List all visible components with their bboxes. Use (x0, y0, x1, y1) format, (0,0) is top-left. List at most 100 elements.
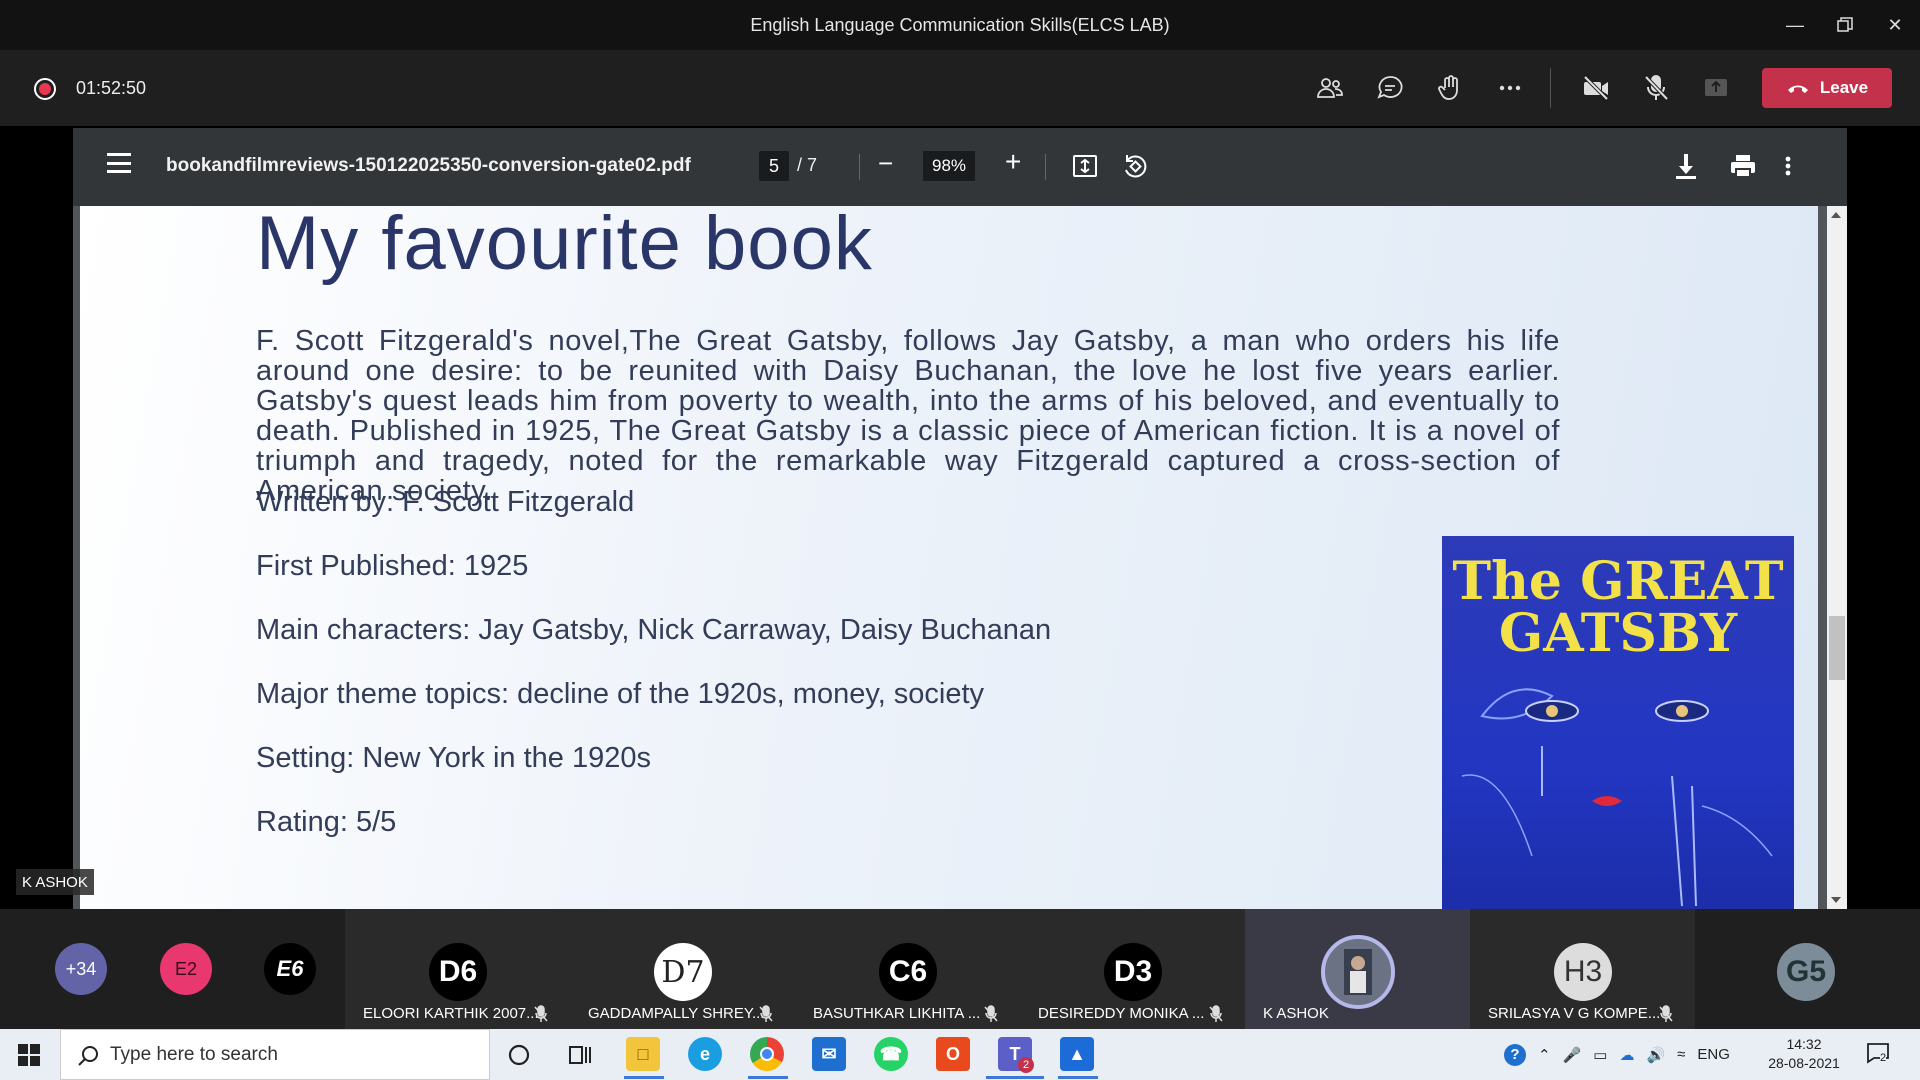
cover-title: The GREAT GATSBY (1442, 556, 1794, 660)
scroll-thumb[interactable] (1829, 616, 1845, 680)
minimize-icon[interactable]: — (1770, 0, 1820, 50)
notification-count: 2 (1880, 1052, 1887, 1064)
mic-off-icon (984, 1005, 998, 1022)
participant-avatar: D6 (429, 943, 487, 1001)
leave-button[interactable]: Leave (1762, 68, 1892, 108)
system-tray: ? ⌃ 🎤 ▭ ☁ 🔊 ≈ ENG (1504, 1029, 1730, 1080)
toolbar-divider (859, 154, 860, 180)
toolbar-divider (1045, 154, 1046, 180)
mic-off-icon (1659, 1005, 1673, 1022)
window-controls: — ✕ (1770, 0, 1920, 50)
meeting-timer: 01:52:50 (76, 78, 147, 98)
participant-tile[interactable]: C6 BASUTHKAR LIKHITA ... (795, 909, 1020, 1029)
participant-bubble-e6[interactable]: E6 (264, 943, 316, 995)
clock-time: 14:32 (1786, 1036, 1822, 1052)
presenter-name-tag: K ASHOK (16, 869, 94, 895)
people-icon[interactable] (1310, 68, 1350, 108)
more-vertical-icon[interactable] (1783, 152, 1793, 185)
pdf-scrollbar[interactable] (1827, 206, 1847, 909)
whatsapp-icon[interactable]: ☎ (874, 1037, 908, 1071)
participant-avatar: H3 (1554, 943, 1612, 1001)
download-icon[interactable] (1673, 152, 1699, 185)
participant-tile[interactable]: H3 SRILASYA V G KOMPE... (1470, 909, 1695, 1029)
toolbar-divider (1550, 68, 1551, 108)
clock[interactable]: 14:32 28-08-2021 (1764, 1035, 1844, 1073)
file-explorer-icon[interactable]: □ (626, 1037, 660, 1071)
participant-avatar: D3 (1104, 943, 1162, 1001)
edge-icon[interactable]: e (688, 1037, 722, 1071)
fact-rating: Rating: 5/5 (256, 806, 397, 838)
teams-meeting-window: English Language Communication Skills(EL… (0, 0, 1920, 1080)
menu-icon[interactable] (107, 153, 131, 173)
pdf-viewport[interactable]: My favourite book F. Scott Fitzgerald's … (73, 206, 1847, 909)
mail-icon[interactable]: ✉ (812, 1037, 846, 1071)
task-view-icon[interactable] (568, 1043, 592, 1067)
chevron-up-icon[interactable]: ⌃ (1538, 1046, 1551, 1064)
restore-icon[interactable] (1820, 0, 1870, 50)
scroll-down-icon[interactable] (1831, 897, 1841, 903)
pdf-filename: bookandfilmreviews-150122025350-conversi… (166, 155, 691, 176)
mic-off-icon (534, 1005, 548, 1022)
fit-to-page-icon[interactable] (1071, 152, 1099, 185)
recording-icon (34, 78, 56, 100)
cover-title-line1: The GREAT (1452, 551, 1784, 612)
raise-hand-icon[interactable] (1430, 68, 1470, 108)
onedrive-icon[interactable]: ☁ (1619, 1046, 1634, 1064)
notification-icon[interactable]: 2 (1866, 1042, 1894, 1068)
fact-author: Written by: F. Scott Fitzgerald (256, 486, 635, 518)
search-placeholder: Type here to search (110, 1043, 278, 1065)
cover-title-line2: GATSBY (1498, 603, 1738, 664)
zoom-out-icon[interactable]: − (878, 148, 893, 179)
clock-date: 28-08-2021 (1768, 1055, 1840, 1071)
share-tray-icon[interactable] (1696, 68, 1736, 108)
cortana-icon[interactable] (508, 1044, 530, 1066)
participant-tile[interactable]: D3 DESIREDDY MONIKA ... (1020, 909, 1245, 1029)
fact-characters: Main characters: Jay Gatsby, Nick Carraw… (256, 614, 1052, 646)
participant-photo-avatar (1321, 935, 1395, 1009)
participant-tile[interactable]: G5 (1695, 909, 1920, 1029)
microphone-tray-icon[interactable]: 🎤 (1563, 1046, 1582, 1064)
office-icon[interactable]: O (936, 1037, 970, 1071)
meeting-header: 01:52:50 Leave (0, 50, 1920, 126)
language-indicator[interactable]: ENG (1697, 1046, 1730, 1063)
overflow-participants[interactable]: +34 (55, 943, 107, 995)
print-icon[interactable] (1729, 152, 1757, 185)
book-cover-image: The GREAT GATSBY (1442, 536, 1794, 909)
volume-icon[interactable]: 🔊 (1646, 1046, 1665, 1064)
participant-avatar: C6 (879, 943, 937, 1001)
chat-icon[interactable] (1370, 68, 1410, 108)
participant-bubble-e2[interactable]: E2 (160, 943, 212, 995)
scroll-up-icon[interactable] (1831, 212, 1841, 218)
rotate-icon[interactable] (1121, 152, 1149, 185)
zoom-input[interactable]: 98% (923, 151, 975, 181)
wifi-icon[interactable]: ≈ (1677, 1046, 1685, 1063)
pdf-page: My favourite book F. Scott Fitzgerald's … (80, 206, 1818, 909)
mic-off-icon[interactable] (1636, 68, 1676, 108)
fact-setting: Setting: New York in the 1920s (256, 742, 651, 774)
windows-start-icon[interactable] (18, 1044, 40, 1066)
page-number-input[interactable]: 5 (759, 151, 789, 181)
participant-tile[interactable]: D6 ELOORI KARTHIK 2007... (345, 909, 570, 1029)
participant-name: SRILASYA V G KOMPE... (1488, 1005, 1661, 1022)
chrome-icon[interactable] (750, 1037, 784, 1071)
participant-name: ELOORI KARTHIK 2007... (363, 1005, 539, 1022)
active-app-indicator (986, 1076, 1044, 1079)
windows-taskbar: Type here to search □ e ✉ ☎ O T 2 ▲ ? ⌃ … (0, 1029, 1920, 1080)
participant-tile[interactable]: D7 GADDAMPALLY SHREY... (570, 909, 795, 1029)
participant-tile-self[interactable]: K ASHOK (1245, 909, 1470, 1029)
battery-icon[interactable]: ▭ (1593, 1046, 1607, 1064)
phone-hangup-icon (1787, 85, 1808, 93)
help-icon[interactable]: ? (1504, 1043, 1526, 1066)
close-icon[interactable]: ✕ (1870, 0, 1920, 50)
photos-icon[interactable]: ▲ (1060, 1037, 1094, 1071)
shared-screen: bookandfilmreviews-150122025350-conversi… (0, 126, 1920, 909)
taskbar-search[interactable]: Type here to search (60, 1029, 490, 1080)
participant-name: K ASHOK (1263, 1005, 1329, 1022)
active-app-indicator (1058, 1076, 1098, 1079)
av-controls (1576, 68, 1736, 108)
teams-badge: 2 (1018, 1057, 1034, 1073)
fact-published: First Published: 1925 (256, 550, 529, 582)
more-icon[interactable] (1490, 68, 1530, 108)
camera-off-icon[interactable] (1576, 68, 1616, 108)
zoom-in-icon[interactable]: + (1005, 146, 1021, 178)
